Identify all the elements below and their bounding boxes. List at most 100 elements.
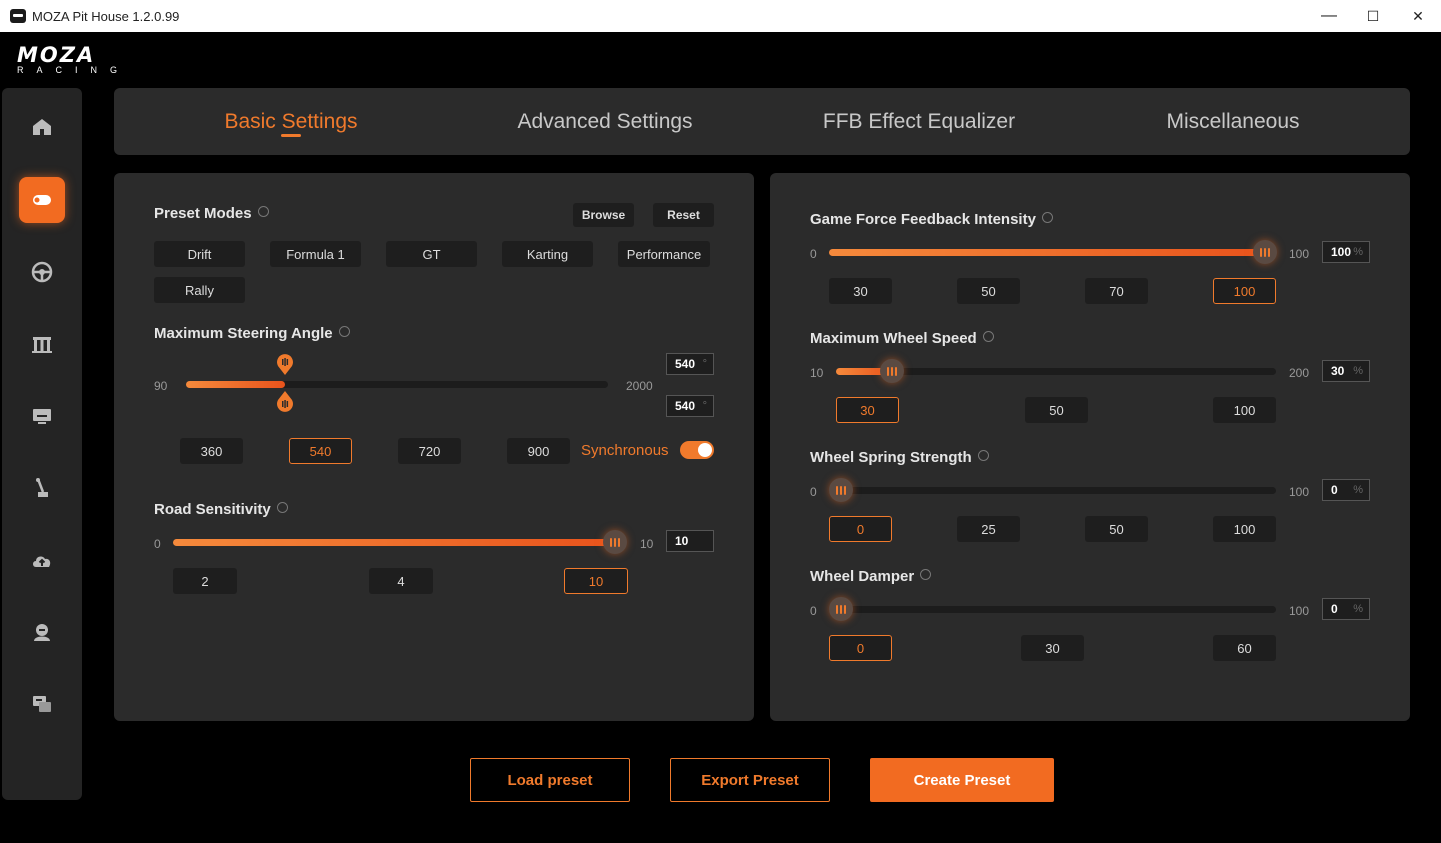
preset-karting[interactable]: Karting <box>502 241 593 267</box>
steering-bottom-handle[interactable] <box>276 391 294 413</box>
force-feedback-panel: Game Force Feedback Intensity 0 100 100%… <box>770 173 1410 721</box>
damper-preset-60[interactable]: 60 <box>1213 635 1276 661</box>
preset-gt[interactable]: GT <box>386 241 477 267</box>
ffb-intensity-handle[interactable] <box>1253 240 1277 264</box>
spring-strength-handle[interactable] <box>829 478 853 502</box>
speed-preset-100[interactable]: 100 <box>1213 397 1276 423</box>
tab-miscellaneous[interactable]: Miscellaneous <box>1096 88 1370 155</box>
steering-angle-label: Maximum Steering Angle <box>154 325 350 342</box>
road-sensitivity-label: Road Sensitivity <box>154 501 288 518</box>
tab-basic-settings[interactable]: Basic Settings <box>154 88 428 155</box>
speed-preset-50[interactable]: 50 <box>1025 397 1088 423</box>
ffb-preset-100[interactable]: 100 <box>1213 278 1276 304</box>
sidebar-item-wheelbase[interactable] <box>19 177 65 223</box>
steering-angle-fill <box>186 381 285 388</box>
spring-strength-slider[interactable] <box>829 478 1276 502</box>
synchronous-toggle[interactable] <box>680 441 714 459</box>
support-icon <box>33 696 51 712</box>
wheel-speed-title: Maximum Wheel Speed <box>810 330 977 347</box>
dashboard-icon <box>33 409 51 424</box>
steering-min: 90 <box>154 379 168 393</box>
spring-strength-value-text: 0 <box>1331 483 1338 497</box>
reset-button[interactable]: Reset <box>653 203 714 227</box>
damper-preset-0[interactable]: 0 <box>829 635 892 661</box>
steering-top-handle[interactable] <box>276 353 294 375</box>
wheel-damper-slider[interactable] <box>829 597 1276 621</box>
preset-drift[interactable]: Drift <box>154 241 245 267</box>
create-preset-button[interactable]: Create Preset <box>870 758 1054 802</box>
sidebar-item-pedals[interactable] <box>19 321 65 367</box>
preset-modes-label: Preset Modes <box>154 205 269 222</box>
ffb-preset-70[interactable]: 70 <box>1085 278 1148 304</box>
info-icon[interactable] <box>1041 212 1053 223</box>
steering-value-bottom[interactable]: 540 ° <box>666 395 714 417</box>
spring-preset-25[interactable]: 25 <box>957 516 1020 542</box>
export-preset-button[interactable]: Export Preset <box>670 758 830 802</box>
preset-formula-1[interactable]: Formula 1 <box>270 241 361 267</box>
shifter-icon <box>36 478 48 497</box>
spring-preset-100[interactable]: 100 <box>1213 516 1276 542</box>
spring-preset-50[interactable]: 50 <box>1085 516 1148 542</box>
info-icon[interactable] <box>920 569 932 580</box>
sidebar-item-user[interactable] <box>19 609 65 655</box>
percent-unit: % <box>1353 365 1363 377</box>
wheel-speed-slider[interactable] <box>836 359 1276 383</box>
ffb-intensity-slider[interactable] <box>829 240 1277 264</box>
sidebar-item-cloud[interactable] <box>19 537 65 583</box>
wheel-damper-handle[interactable] <box>829 597 853 621</box>
road-sensitivity-slider[interactable] <box>173 530 627 554</box>
damper-preset-30[interactable]: 30 <box>1021 635 1084 661</box>
steering-max: 2000 <box>626 379 653 393</box>
ffb-intensity-fill <box>829 249 1265 256</box>
degree-unit: ° <box>702 358 707 370</box>
wheel-speed-value[interactable]: 30% <box>1322 360 1370 382</box>
info-icon[interactable] <box>338 326 350 337</box>
wheel-speed-value-text: 30 <box>1331 364 1345 378</box>
cloud-upload-icon <box>33 556 51 567</box>
speed-min: 10 <box>810 366 824 380</box>
road-sensitivity-value[interactable]: 10 <box>666 530 714 552</box>
info-icon[interactable] <box>977 450 989 461</box>
sidebar-item-dashboard[interactable] <box>19 393 65 439</box>
speed-preset-30[interactable]: 30 <box>836 397 899 423</box>
close-button[interactable]: ✕ <box>1395 0 1441 32</box>
road-sensitivity-handle[interactable] <box>603 530 627 554</box>
load-preset-button[interactable]: Load preset <box>470 758 630 802</box>
info-icon[interactable] <box>257 206 269 217</box>
window-title: MOZA Pit House 1.2.0.99 <box>32 9 180 24</box>
maximize-button[interactable]: ☐ <box>1350 0 1396 32</box>
sidebar-item-shifter[interactable] <box>19 465 65 511</box>
ffb-preset-50[interactable]: 50 <box>957 278 1020 304</box>
wheel-speed-handle[interactable] <box>880 359 904 383</box>
road-preset-4[interactable]: 4 <box>369 568 433 594</box>
sidebar-item-support[interactable] <box>19 681 65 727</box>
spring-min: 0 <box>810 485 817 499</box>
ffb-intensity-value[interactable]: 100% <box>1322 241 1370 263</box>
spring-strength-value[interactable]: 0% <box>1322 479 1370 501</box>
steering-preset-720[interactable]: 720 <box>398 438 461 464</box>
app-icon <box>10 9 26 23</box>
steering-preset-540[interactable]: 540 <box>289 438 352 464</box>
preset-performance[interactable]: Performance <box>618 241 710 267</box>
road-preset-10[interactable]: 10 <box>564 568 628 594</box>
damper-max: 100 <box>1289 604 1310 618</box>
tab-advanced-settings[interactable]: Advanced Settings <box>468 88 742 155</box>
settings-tab-bar: Basic Settings Advanced Settings FFB Eff… <box>114 88 1410 155</box>
spring-preset-0[interactable]: 0 <box>829 516 892 542</box>
tab-ffb-equalizer[interactable]: FFB Effect Equalizer <box>782 88 1056 155</box>
info-icon[interactable] <box>276 502 288 513</box>
steering-value-top[interactable]: 540 ° <box>666 353 714 375</box>
steering-angle-slider[interactable] <box>186 354 608 412</box>
minimize-button[interactable]: — <box>1306 0 1352 32</box>
logo-word: MOZA <box>17 43 96 67</box>
wheel-damper-value[interactable]: 0% <box>1322 598 1370 620</box>
steering-preset-900[interactable]: 900 <box>507 438 570 464</box>
sidebar-item-steering-wheel[interactable] <box>19 249 65 295</box>
steering-preset-360[interactable]: 360 <box>180 438 243 464</box>
info-icon[interactable] <box>982 331 994 342</box>
browse-button[interactable]: Browse <box>573 203 634 227</box>
preset-rally[interactable]: Rally <box>154 277 245 303</box>
road-preset-2[interactable]: 2 <box>173 568 237 594</box>
sidebar-item-home[interactable] <box>19 104 65 150</box>
ffb-preset-30[interactable]: 30 <box>829 278 892 304</box>
